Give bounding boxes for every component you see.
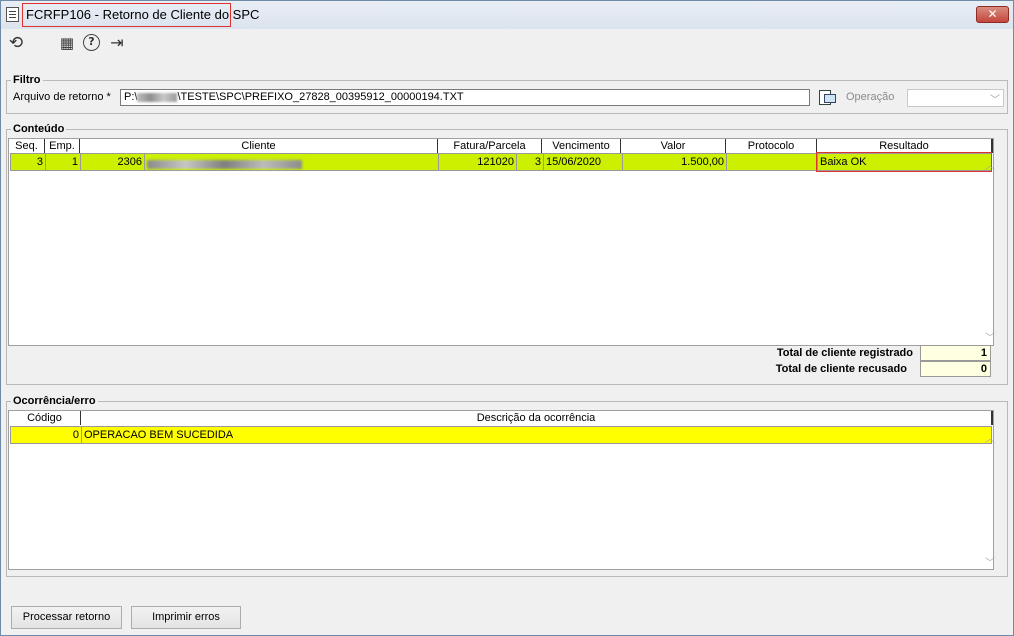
- redacted-path-segment: [137, 92, 178, 102]
- col-header-fatura-parcela[interactable]: Fatura/Parcela: [438, 139, 542, 153]
- col-header-emp[interactable]: Emp.: [45, 139, 80, 153]
- scroll-down-icon[interactable]: ﹀: [985, 554, 995, 569]
- cell-parcela: 3: [517, 154, 544, 171]
- scroll-down-icon[interactable]: ﹀: [985, 329, 995, 344]
- cell-vencimento: 15/06/2020: [544, 154, 623, 171]
- title-bar[interactable]: FCRFP106 - Retorno de Cliente do SPC ✕: [1, 1, 1013, 29]
- col-header-codigo[interactable]: Código: [9, 411, 81, 425]
- cell-protocolo: [727, 154, 818, 171]
- total-recusado-label: Total de cliente recusado: [775, 363, 907, 375]
- processar-retorno-button[interactable]: Processar retorno: [11, 606, 122, 629]
- exit-icon[interactable]: ⇥: [108, 34, 126, 52]
- scroll-up-icon[interactable]: ︿: [985, 430, 995, 445]
- total-registrado-value: 1: [920, 345, 991, 361]
- chevron-down-icon: ﹀: [990, 95, 1000, 106]
- ocorrencia-legend: Ocorrência/erro: [11, 395, 98, 407]
- cell-codigo: 0: [11, 427, 82, 444]
- col-header-valor[interactable]: Valor: [621, 139, 726, 153]
- ocorrencia-table[interactable]: Código Descrição da ocorrência 0 OPERACA…: [8, 410, 995, 570]
- window-title: FCRFP106 - Retorno de Cliente do SPC: [26, 7, 260, 22]
- browse-file-icon[interactable]: [816, 88, 836, 106]
- cell-seq: 3: [11, 154, 46, 171]
- cell-emp: 1: [46, 154, 81, 171]
- arquivo-label: Arquivo de retorno *: [13, 91, 111, 103]
- arquivo-suffix: \TESTE\SPC\PREFIXO_27828_00395912_000001…: [177, 91, 464, 103]
- imprimir-erros-button[interactable]: Imprimir erros: [131, 606, 241, 629]
- total-recusado-value: 0: [920, 361, 991, 377]
- calendar-icon[interactable]: ▦: [58, 34, 76, 52]
- col-header-descricao[interactable]: Descrição da ocorrência: [81, 411, 993, 425]
- cell-fatura: 121020: [439, 154, 517, 171]
- help-icon[interactable]: ?: [83, 34, 100, 51]
- cell-cliente-codigo: 2306: [81, 154, 145, 171]
- operacao-label: Operação: [846, 91, 895, 103]
- conteudo-legend: Conteúdo: [11, 123, 67, 135]
- col-header-seq[interactable]: Seq.: [9, 139, 45, 153]
- cell-valor: 1.500,00: [623, 154, 727, 171]
- close-button[interactable]: ✕: [976, 6, 1009, 23]
- col-header-cliente[interactable]: Cliente: [80, 139, 438, 153]
- cell-descricao: OPERACAO BEM SUCEDIDA: [84, 429, 234, 441]
- arquivo-prefix: P:\: [124, 91, 138, 103]
- filtro-legend: Filtro: [11, 74, 43, 86]
- operacao-select[interactable]: ﹀: [907, 89, 1004, 107]
- col-header-resultado[interactable]: Resultado: [817, 139, 993, 153]
- scroll-up-icon[interactable]: ︿: [985, 157, 995, 172]
- cell-cliente-nome: [145, 154, 439, 171]
- refresh-icon[interactable]: ⟲: [7, 34, 25, 52]
- col-header-protocolo[interactable]: Protocolo: [726, 139, 817, 153]
- document-icon: [6, 7, 19, 22]
- main-window: FCRFP106 - Retorno de Cliente do SPC ✕ ⟲…: [0, 0, 1014, 636]
- total-registrado-label: Total de cliente registrado: [776, 347, 913, 359]
- conteudo-table[interactable]: Seq. Emp. Cliente Fatura/Parcela Vencime…: [8, 138, 995, 346]
- col-header-vencimento[interactable]: Vencimento: [542, 139, 621, 153]
- table-row[interactable]: 0 OPERACAO BEM SUCEDIDA: [10, 426, 992, 444]
- arquivo-input[interactable]: P:\ \TESTE\SPC\PREFIXO_27828_00395912_000…: [120, 89, 810, 106]
- redacted-client-name: [147, 159, 302, 169]
- resultado-highlight-box: [816, 152, 992, 172]
